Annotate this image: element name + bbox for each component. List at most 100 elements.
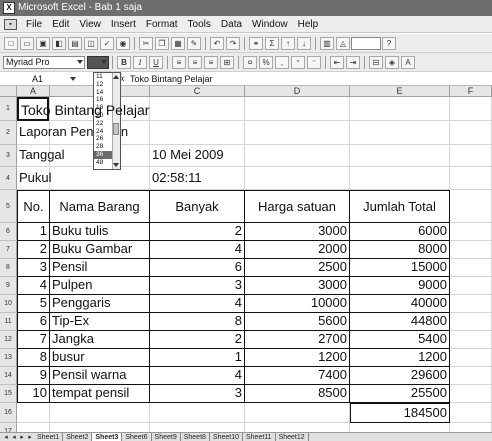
redo-icon[interactable]: ↷ <box>226 36 240 50</box>
table-header-cell[interactable]: No. <box>17 190 50 223</box>
table-cell[interactable]: 2000 <box>245 241 350 259</box>
table-header-cell[interactable]: Harga satuan <box>245 190 350 223</box>
table-cell[interactable]: Penggaris <box>50 295 150 313</box>
select-all-corner[interactable] <box>0 86 17 97</box>
comma-style-icon[interactable]: , <box>275 55 289 69</box>
grid-cell[interactable] <box>450 145 492 167</box>
table-cell[interactable]: 2 <box>150 223 245 241</box>
cut-icon[interactable]: ✂ <box>139 36 153 50</box>
table-cell[interactable]: 1 <box>17 223 50 241</box>
scroll-down-icon[interactable] <box>113 163 119 167</box>
table-cell[interactable]: 3000 <box>245 223 350 241</box>
fill-color-icon[interactable]: ◈ <box>385 55 399 69</box>
table-cell[interactable]: 1200 <box>350 349 450 367</box>
sheet-tab-sheet1[interactable]: Sheet1 <box>34 433 64 441</box>
table-cell[interactable]: 40000 <box>350 295 450 313</box>
table-cell[interactable]: 6000 <box>350 223 450 241</box>
sheet-tab-sheet2[interactable]: Sheet2 <box>63 433 93 441</box>
copy-icon[interactable]: ❐ <box>155 36 169 50</box>
decrease-indent-icon[interactable]: ⇤ <box>330 55 344 69</box>
cell-c3-date-value[interactable]: 10 Mei 2009 <box>150 145 245 167</box>
grid-cell[interactable] <box>350 121 450 145</box>
font-name-select[interactable]: Myriad Pro <box>3 55 85 69</box>
drawing-icon[interactable]: ◬ <box>336 36 350 50</box>
grid-cell[interactable] <box>245 97 350 121</box>
font-size-select[interactable] <box>87 55 109 69</box>
menu-data[interactable]: Data <box>216 19 247 30</box>
menu-file[interactable]: File <box>21 19 47 30</box>
table-cell[interactable]: 29600 <box>350 367 450 385</box>
chart-wizard-icon[interactable]: ▥ <box>320 36 334 50</box>
sheet-tab-sheet11[interactable]: Sheet11 <box>243 433 276 441</box>
table-cell[interactable]: 5600 <box>245 313 350 331</box>
new-icon[interactable]: □ <box>4 36 18 50</box>
table-header-cell[interactable]: Nama Barang <box>50 190 150 223</box>
scroll-up-icon[interactable] <box>113 75 119 79</box>
align-left-icon[interactable]: ≡ <box>172 55 186 69</box>
row-header-12[interactable]: 12 <box>0 331 17 349</box>
chevron-down-icon[interactable] <box>70 77 76 81</box>
sheet-tab-sheet8[interactable]: Sheet8 <box>181 433 210 441</box>
undo-icon[interactable]: ↶ <box>210 36 224 50</box>
table-cell[interactable]: 2 <box>17 241 50 259</box>
autosum-icon[interactable]: Σ <box>265 36 279 50</box>
table-cell[interactable]: 3 <box>150 277 245 295</box>
row-header-4[interactable]: 4 <box>0 167 17 190</box>
grid-cell[interactable] <box>150 403 245 423</box>
table-cell[interactable]: 8 <box>17 349 50 367</box>
table-cell[interactable]: 25500 <box>350 385 450 403</box>
grid-cell[interactable] <box>450 349 492 367</box>
table-cell[interactable]: 5 <box>17 295 50 313</box>
sheet-tab-sheet12[interactable]: Sheet12 <box>276 433 309 441</box>
align-center-icon[interactable]: ≡ <box>188 55 202 69</box>
table-cell[interactable]: 8500 <box>245 385 350 403</box>
zoom-select[interactable] <box>351 36 381 50</box>
sheet-tab-sheet6[interactable]: Sheet6 <box>122 433 152 441</box>
dropdown-scrollbar[interactable] <box>112 73 120 169</box>
increase-indent-icon[interactable]: ⇥ <box>346 55 360 69</box>
grid-cell[interactable] <box>450 277 492 295</box>
grid-cell[interactable] <box>450 259 492 277</box>
menu-window[interactable]: Window <box>247 19 293 30</box>
sheet-tab-sheet3[interactable]: Sheet3 <box>92 433 123 441</box>
menu-tools[interactable]: Tools <box>183 19 216 30</box>
table-cell[interactable]: 9000 <box>350 277 450 295</box>
grid-cell[interactable] <box>350 97 450 121</box>
table-cell[interactable]: Tip-Ex <box>50 313 150 331</box>
paste-icon[interactable]: ▦ <box>171 36 185 50</box>
grid-cell[interactable] <box>450 121 492 145</box>
currency-icon[interactable]: ¤ <box>243 55 257 69</box>
menu-view[interactable]: View <box>74 19 106 30</box>
increase-decimal-icon[interactable]: ⁺ <box>291 55 305 69</box>
row-header-14[interactable]: 14 <box>0 367 17 385</box>
table-cell[interactable]: 3 <box>150 385 245 403</box>
grid-cell[interactable] <box>450 241 492 259</box>
align-right-icon[interactable]: ≡ <box>204 55 218 69</box>
table-cell[interactable]: 9 <box>17 367 50 385</box>
column-header-c[interactable]: C <box>150 86 245 97</box>
table-cell[interactable]: 5400 <box>350 331 450 349</box>
sort-descending-icon[interactable]: ↓ <box>297 36 311 50</box>
grid-cell[interactable] <box>245 121 350 145</box>
next-sheet-icon[interactable]: ▸ <box>18 433 26 441</box>
font-color-icon[interactable]: A <box>401 55 415 69</box>
table-cell[interactable]: Pensil <box>50 259 150 277</box>
format-painter-icon[interactable]: ✎ <box>187 36 201 50</box>
table-cell[interactable]: Buku Gambar <box>50 241 150 259</box>
row-header-13[interactable]: 13 <box>0 349 17 367</box>
scroll-thumb[interactable] <box>113 123 119 135</box>
grid-cell[interactable] <box>50 167 150 190</box>
percent-button[interactable]: % <box>259 55 273 69</box>
hyperlink-icon[interactable]: ⚭ <box>249 36 263 50</box>
grid-cell[interactable] <box>350 145 450 167</box>
grid-cell[interactable] <box>50 403 150 423</box>
sheet-tab-sheet9[interactable]: Sheet9 <box>152 433 181 441</box>
cell-a3-date-label[interactable]: Tanggal <box>17 145 65 167</box>
print-preview-icon[interactable]: ◫ <box>84 36 98 50</box>
save-icon[interactable]: ▣ <box>36 36 50 50</box>
grid-cell[interactable] <box>450 190 492 223</box>
column-header-a[interactable]: A <box>17 86 50 97</box>
grid-cell[interactable] <box>150 121 245 145</box>
table-cell[interactable]: 15000 <box>350 259 450 277</box>
grid-cell[interactable] <box>450 385 492 403</box>
